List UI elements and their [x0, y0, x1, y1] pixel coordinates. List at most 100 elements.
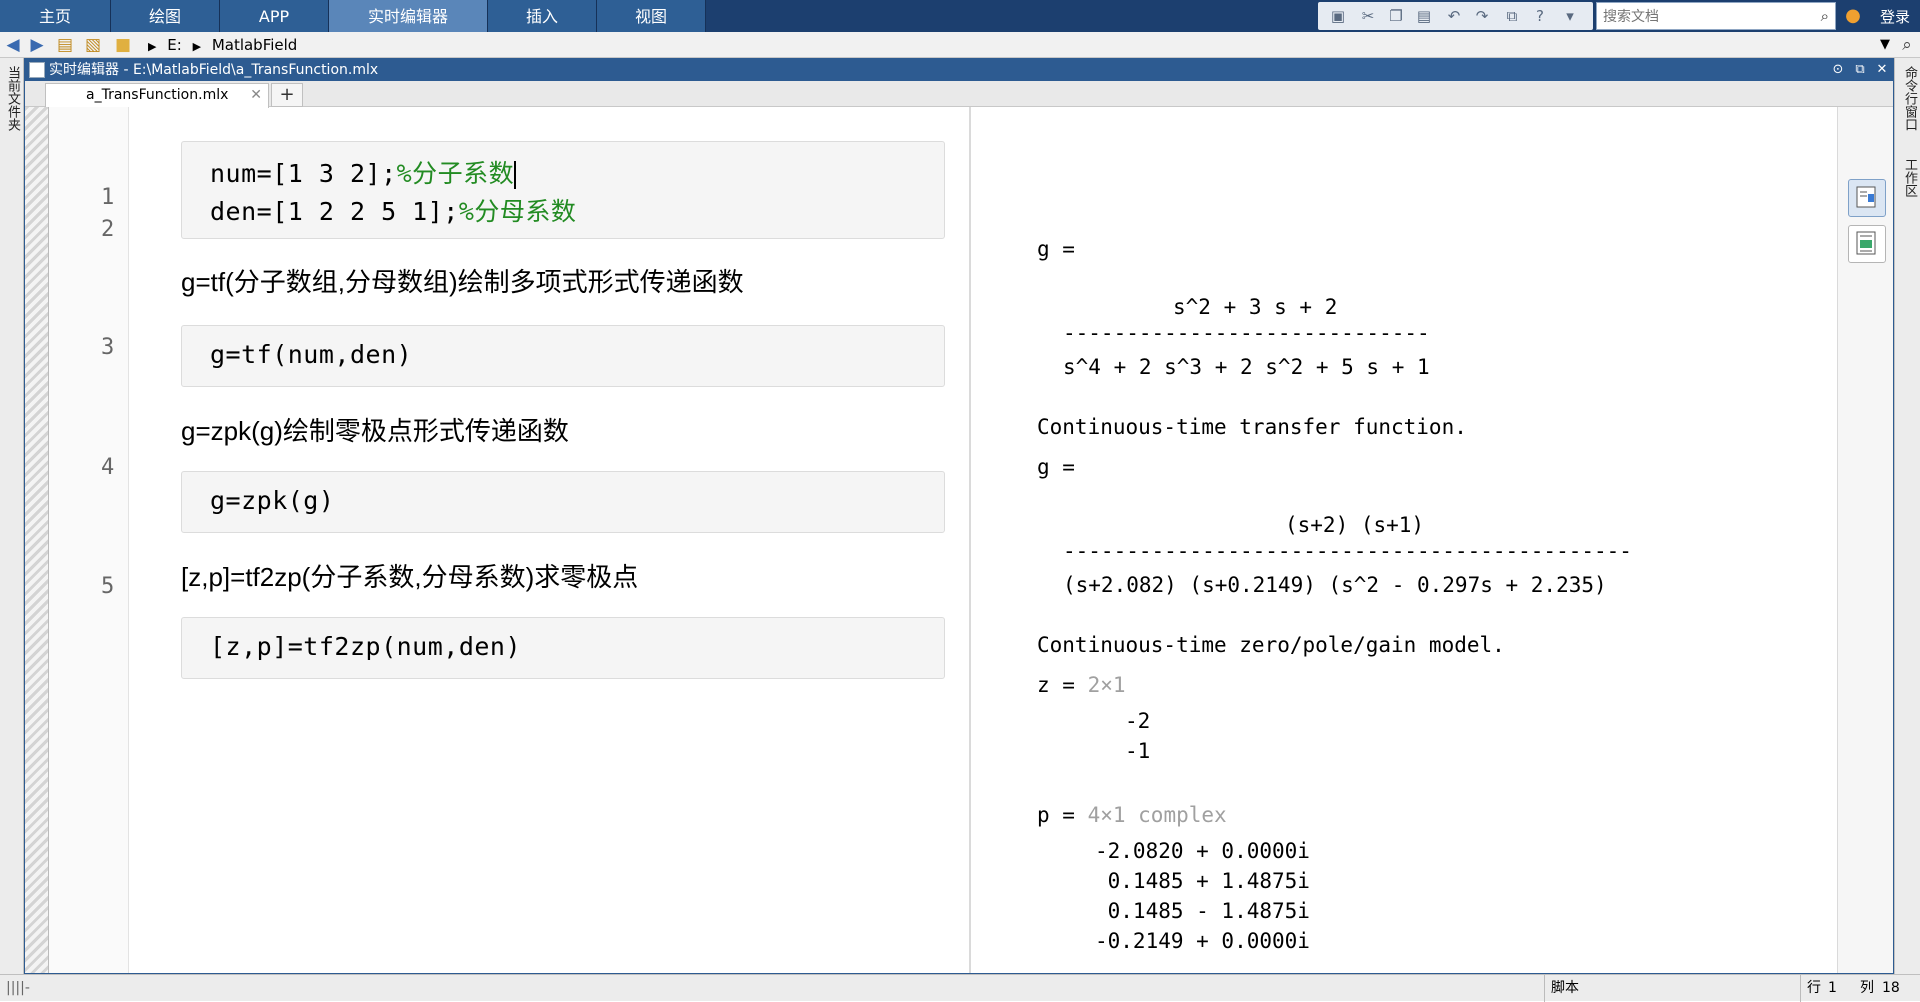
output-on-right-button[interactable] [1848, 179, 1886, 217]
tab-home[interactable]: 主页 [0, 0, 111, 32]
breadcrumb-folder[interactable]: MatlabField [212, 36, 298, 54]
close-icon[interactable]: ✕ [1873, 59, 1891, 81]
file-tab-strip: a_TransFunction.mlx ✕ + [25, 81, 1893, 108]
code-block[interactable]: g=zpk(g) [181, 471, 945, 533]
output-value: -2 [1125, 709, 1151, 733]
redo-icon[interactable]: ↷ [1472, 6, 1492, 26]
output-inline-icon [1856, 231, 1876, 255]
editor-window-icon [29, 62, 45, 78]
code-line[interactable]: g=zpk(g) [210, 486, 334, 515]
chevron-down-icon[interactable]: ▾ [1560, 6, 1580, 26]
output-pane: g = s^2 + 3 s + 2 ----------------------… [971, 107, 1851, 973]
undo-icon[interactable]: ↶ [1444, 6, 1464, 26]
status-row-label: 行 [1800, 975, 1821, 1002]
output-label: p = 4×1 complex [1037, 803, 1227, 827]
back-arrow-icon[interactable]: ◀ [2, 34, 24, 56]
output-view-toolbar [1837, 107, 1893, 973]
breadcrumb-drive[interactable]: E: [167, 36, 182, 54]
search-documentation[interactable]: ⌕ [1596, 2, 1836, 30]
tab-apps[interactable]: APP [220, 0, 329, 32]
status-col-value: 18 [1882, 980, 1900, 996]
search-input[interactable] [1601, 4, 1805, 30]
help-icon[interactable]: ? [1530, 6, 1550, 26]
output-label: g = [1037, 237, 1075, 261]
search-icon[interactable]: ⌕ [1896, 34, 1918, 56]
code-text: den=[1 2 2 5 1]; [210, 197, 459, 226]
copy-icon[interactable]: ❐ [1386, 6, 1406, 26]
code-line[interactable]: num=[1 3 2];%分子系数 [210, 154, 517, 190]
save-icon[interactable]: ▣ [1328, 6, 1348, 26]
output-denominator: (s+2.082) (s+0.2149) (s^2 - 0.297s + 2.2… [1063, 573, 1607, 597]
code-block[interactable]: [z,p]=tf2zp(num,den) [181, 617, 945, 679]
output-value: -2.0820 + 0.0000i [1095, 839, 1310, 863]
file-tab-label: a_TransFunction.mlx [86, 87, 229, 103]
search-icon[interactable]: ⌕ [1821, 7, 1829, 25]
code-line[interactable]: g=tf(num,den) [210, 340, 412, 369]
output-description: Continuous-time transfer function. [1037, 415, 1467, 439]
forward-arrow-icon[interactable]: ▶ [26, 34, 48, 56]
browse-folder-icon[interactable]: ▧ [82, 34, 104, 56]
add-tab-button[interactable]: + [271, 83, 303, 107]
quick-access-toolbar: ▣ ✂ ❐ ▤ ↶ ↷ ⧉ ? ▾ [1318, 2, 1593, 30]
cut-icon[interactable]: ✂ [1358, 6, 1378, 26]
status-col-label: 列 [1860, 980, 1874, 996]
code-block[interactable]: num=[1 3 2];%分子系数 den=[1 2 2 5 1];%分母系数 [181, 141, 945, 239]
status-row-value: 1 [1828, 980, 1837, 996]
line-number: 5 [101, 574, 115, 599]
workspace-tab[interactable]: 工作区 [1900, 158, 1919, 197]
current-folder-panel-tab[interactable]: 当前文件夹 [0, 58, 24, 974]
code-text: num=[1 3 2]; [210, 159, 397, 188]
right-panel-tabs: 命令行窗口 工作区 [1894, 58, 1920, 974]
login-button[interactable]: 登录 [1870, 0, 1920, 32]
output-description: Continuous-time zero/pole/gain model. [1037, 633, 1505, 657]
output-label: z = 2×1 [1037, 673, 1126, 697]
variable-name: p = [1037, 803, 1075, 827]
tab-live-editor[interactable]: 实时编辑器 [329, 0, 488, 32]
output-value: -1 [1125, 739, 1151, 763]
notification-bell-icon[interactable]: ● [1842, 4, 1864, 28]
output-label: g = [1037, 455, 1075, 479]
output-inline-button[interactable] [1848, 225, 1886, 263]
tab-insert[interactable]: 插入 [488, 0, 597, 32]
output-value: 0.1485 - 1.4875i [1095, 899, 1310, 923]
text-paragraph[interactable]: [z,p]=tf2zp(分子系数,分母系数)求零极点 [181, 557, 638, 594]
undock-icon[interactable]: ⧉ [1851, 59, 1869, 81]
output-right-icon [1856, 186, 1876, 208]
output-fraction-bar: ----------------------------------------… [1063, 539, 1632, 563]
hatched-margin [25, 107, 49, 973]
variable-size: 4×1 complex [1087, 803, 1227, 827]
tab-plots[interactable]: 绘图 [111, 0, 220, 32]
chevron-down-icon[interactable]: ▼ [1874, 34, 1896, 56]
status-mode: 脚本 [1544, 975, 1801, 1002]
menu-icon[interactable]: ⊙ [1829, 59, 1847, 81]
folder-icon: ■ [114, 35, 132, 55]
code-line[interactable]: [z,p]=tf2zp(num,den) [210, 632, 521, 661]
paste-icon[interactable]: ▤ [1414, 6, 1434, 26]
close-tab-icon[interactable]: ✕ [250, 84, 262, 106]
current-folder-label: 当前文件夹 [5, 66, 20, 131]
command-window-tab[interactable]: 命令行窗口 [1900, 66, 1919, 131]
line-number-gutter: 1 2 3 4 5 [49, 107, 129, 973]
output-value: -0.2149 + 0.0000i [1095, 929, 1310, 953]
editor-title-bar: 实时编辑器 - E:\MatlabField\a_TransFunction.m… [25, 59, 1893, 81]
output-denominator: s^4 + 2 s^3 + 2 s^2 + 5 s + 1 [1063, 355, 1430, 379]
status-bar: ||||- 脚本 行 1 列 18 [0, 974, 1920, 1002]
ribbon-tab-bar: 主页 绘图 APP 实时编辑器 插入 视图 ▣ ✂ ❐ ▤ ↶ ↷ ⧉ ? ▾ … [0, 0, 1920, 32]
live-editor-window: 实时编辑器 - E:\MatlabField\a_TransFunction.m… [24, 58, 1894, 974]
text-paragraph[interactable]: g=zpk(g)绘制零极点形式传递函数 [181, 411, 569, 448]
code-line[interactable]: den=[1 2 2 5 1];%分母系数 [210, 192, 576, 228]
resize-grip-icon[interactable]: ||||- [6, 975, 30, 1002]
variable-name: z = [1037, 673, 1075, 697]
variable-size: 2×1 [1087, 673, 1126, 697]
file-tab[interactable]: a_TransFunction.mlx ✕ [45, 83, 269, 108]
tab-view[interactable]: 视图 [597, 0, 706, 32]
chevron-right-icon: ▶ [148, 40, 157, 53]
breadcrumb[interactable]: ▶ E: ▶ MatlabField [148, 32, 303, 58]
up-folder-icon[interactable]: ▤ [54, 34, 76, 56]
output-fraction-bar: ----------------------------- [1063, 321, 1430, 345]
switch-windows-icon[interactable]: ⧉ [1502, 6, 1522, 26]
code-block[interactable]: g=tf(num,den) [181, 325, 945, 387]
output-value: 0.1485 + 1.4875i [1095, 869, 1310, 893]
text-paragraph[interactable]: g=tf(分子数组,分母数组)绘制多项式形式传递函数 [181, 262, 744, 299]
text-cursor [514, 161, 517, 189]
